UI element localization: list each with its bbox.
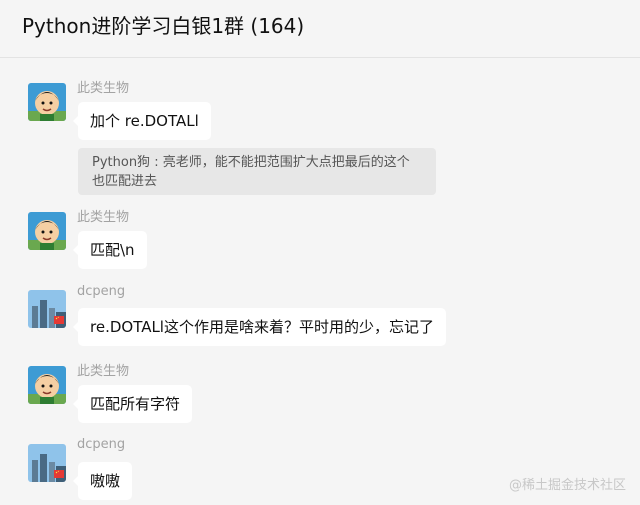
message-list[interactable]: 此类生物 加个 re.DOTALl Python狗 : 亮老师，能不能把范围扩大… xyxy=(0,59,640,505)
avatar[interactable] xyxy=(28,444,66,482)
avatar-city-icon xyxy=(28,444,66,482)
avatar-cartoon-icon xyxy=(28,366,66,404)
sender-name: dcpeng xyxy=(77,437,126,452)
chat-header: Python进阶学习白银1群 (164) xyxy=(0,0,640,58)
message-bubble[interactable]: 匹配\n xyxy=(73,231,147,269)
sender-name: dcpeng xyxy=(77,284,126,299)
avatar-cartoon-icon xyxy=(28,83,66,121)
sender-name: 此类生物 xyxy=(77,210,130,225)
avatar[interactable] xyxy=(28,366,66,404)
message-bubble[interactable]: 匹配所有字符 xyxy=(72,385,193,423)
chat-title: Python进阶学习白银1群 (164) xyxy=(22,14,305,38)
avatar[interactable] xyxy=(28,212,66,250)
message-bubble[interactable]: 加个 re.DOTALl xyxy=(73,102,211,140)
sender-name: 此类生物 xyxy=(77,364,130,379)
watermark: @稀土掘金技术社区 xyxy=(508,478,626,493)
avatar-city-icon xyxy=(28,290,66,328)
avatar[interactable] xyxy=(28,290,66,328)
quoted-message[interactable]: Python狗 : 亮老师，能不能把范围扩大点把最后的这个也匹配进去 xyxy=(78,148,436,195)
avatar-cartoon-icon xyxy=(28,212,66,250)
message-bubble[interactable]: 嗷嗷 xyxy=(72,462,133,500)
avatar[interactable] xyxy=(28,83,66,121)
sender-name: 此类生物 xyxy=(77,81,130,96)
message-bubble[interactable]: re.DOTALl这个作用是啥来着？平时用的少，忘记了 xyxy=(73,308,446,346)
